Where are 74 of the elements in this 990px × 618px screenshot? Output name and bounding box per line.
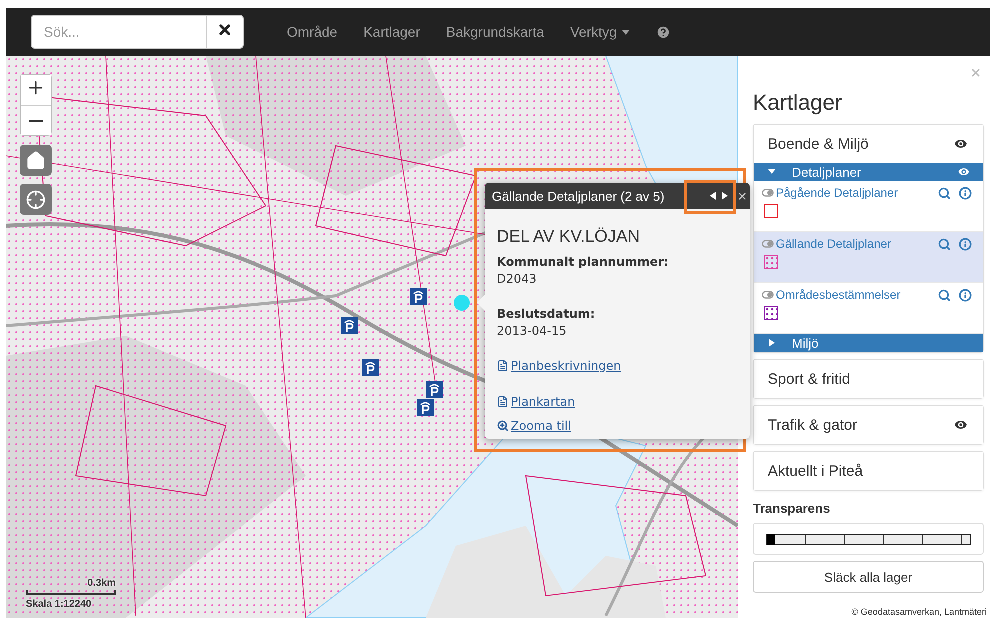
hide-all-button[interactable]: Släck alla lager — [753, 561, 984, 593]
scale-distance: 0.3km — [88, 578, 116, 589]
parking-icon[interactable] — [410, 288, 427, 305]
subgroup-label: Detaljplaner — [792, 164, 862, 180]
toggle-icon[interactable] — [762, 240, 774, 248]
nav-link[interactable]: Område — [274, 24, 351, 40]
group-label: Boende & Miljö — [768, 136, 869, 152]
transparency-slider[interactable] — [766, 534, 971, 544]
search-icon — [938, 238, 951, 250]
popup-heading: DEL AV KV.LÖJAN — [497, 227, 640, 247]
close-icon — [737, 190, 748, 202]
transparency-label: Transparens — [753, 501, 830, 516]
group-header[interactable]: Trafik & gator — [754, 406, 983, 444]
home-button[interactable] — [20, 145, 52, 176]
clear-button[interactable] — [207, 15, 244, 49]
document-link[interactable]: Plankartan — [497, 395, 576, 409]
field-label: Beslutsdatum: — [497, 307, 596, 321]
home-icon — [26, 150, 46, 170]
minus-icon — [29, 120, 43, 122]
zoom-link[interactable]: Zooma till — [497, 419, 572, 433]
parking-icon[interactable] — [341, 317, 358, 334]
parking-icon[interactable] — [362, 359, 379, 376]
group-header[interactable]: Boende & Miljö — [754, 125, 983, 163]
locate-icon — [26, 190, 46, 210]
close-icon — [970, 67, 982, 79]
info-icon — [959, 186, 972, 200]
group-header[interactable]: Sport & fritid — [754, 360, 983, 398]
info-icon — [959, 238, 972, 250]
search-icon — [938, 288, 951, 302]
layer-name[interactable]: Områdesbestämmelser — [776, 288, 933, 302]
nav-link[interactable]: Bakgrundskarta — [433, 24, 558, 40]
subgroup-label: Miljö — [792, 336, 820, 350]
nav-link[interactable]: Kartlager — [350, 24, 434, 40]
popup-title: Gällande Detaljplaner (2 av 5) — [492, 188, 665, 204]
document-icon — [497, 360, 509, 372]
next-icon — [721, 192, 729, 200]
group-header[interactable]: Aktuellt i Piteå — [754, 452, 983, 490]
group-label: Aktuellt i Piteå — [768, 462, 864, 480]
clear-icon — [217, 22, 233, 38]
previous-icon — [709, 192, 717, 200]
panel-title: Kartlager — [753, 90, 842, 116]
subgroup-header[interactable]: Detaljplaner — [754, 163, 983, 181]
locate-button[interactable] — [20, 184, 52, 215]
caret-icon — [622, 30, 630, 34]
toggle-icon[interactable] — [762, 291, 774, 299]
scale-label: Skala 1:12240 — [26, 599, 93, 610]
toggle-icon[interactable] — [762, 189, 774, 197]
document-link[interactable]: Planbeskrivningen — [497, 359, 622, 373]
layer-row[interactable]: Områdesbestämmelser — [754, 283, 983, 334]
parking-icon[interactable] — [417, 399, 434, 416]
field-value: D2043 — [497, 272, 537, 286]
layer-row[interactable]: Pågående Detaljplaner — [754, 181, 983, 232]
caret-icon — [768, 339, 776, 347]
layer-row[interactable]: Gällande Detaljplaner — [754, 232, 983, 283]
group-label: Sport & fritid — [768, 370, 851, 388]
subgroup-header[interactable]: Miljö — [754, 334, 983, 352]
slider-thumb[interactable] — [767, 534, 775, 544]
close-button[interactable] — [737, 190, 748, 202]
zoom-icon — [497, 420, 509, 432]
field-label: Kommunalt plannummer: — [497, 255, 669, 269]
highlight-frame — [684, 180, 736, 214]
document-icon — [497, 396, 509, 408]
nav-dropdown[interactable]: Verktyg — [557, 24, 644, 40]
layer-name[interactable]: Pågående Detaljplaner — [776, 186, 933, 200]
zoom-out-button[interactable] — [21, 105, 51, 135]
group-label: Trafik & gator — [768, 416, 858, 434]
info-icon — [959, 288, 972, 302]
layer-name[interactable]: Gällande Detaljplaner — [776, 237, 933, 251]
search-icon — [938, 186, 951, 200]
parking-icon[interactable] — [426, 381, 443, 398]
field-value: 2013-04-15 — [497, 324, 567, 338]
search-field[interactable]: Sök... — [31, 15, 207, 49]
caret-icon — [768, 168, 776, 176]
help-icon — [656, 24, 672, 40]
